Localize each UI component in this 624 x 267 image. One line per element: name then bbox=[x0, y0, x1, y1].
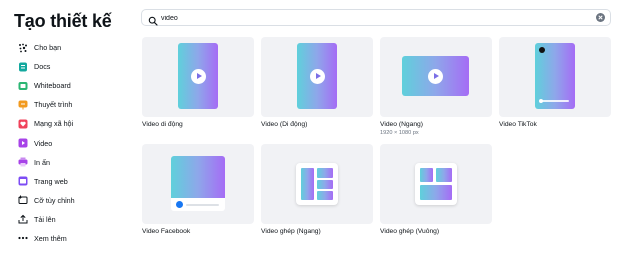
template-card-video-landscape[interactable]: Video (Ngang) 1920 × 1080 px bbox=[380, 37, 492, 137]
print-icon bbox=[18, 157, 28, 167]
search-icon[interactable] bbox=[148, 13, 158, 26]
template-thumbnail bbox=[380, 37, 492, 117]
template-thumbnail bbox=[261, 37, 373, 117]
template-card-video-mobile-alt[interactable]: Video (Di động) bbox=[261, 37, 373, 137]
search-bar[interactable] bbox=[141, 9, 611, 26]
whiteboard-icon bbox=[18, 81, 28, 91]
sidebar-item-label: Cho bạn bbox=[34, 43, 62, 53]
custom-size-icon bbox=[18, 195, 28, 205]
card-title: Video TikTok bbox=[499, 121, 537, 128]
sidebar-item-upload[interactable]: Tải lên bbox=[18, 210, 75, 229]
sidebar-item-presentation[interactable]: Thuyết trình bbox=[18, 95, 75, 114]
collage-cell bbox=[301, 168, 314, 200]
video-icon bbox=[18, 138, 28, 148]
sidebar-item-video[interactable]: Video bbox=[18, 133, 75, 152]
sidebar-item-social[interactable]: Mạng xã hội bbox=[18, 114, 75, 133]
template-thumbnail bbox=[261, 144, 373, 224]
progress-knob bbox=[539, 99, 543, 103]
card-dimensions: 1920 × 1080 px bbox=[380, 130, 419, 136]
more-icon bbox=[18, 233, 28, 243]
template-thumbnail bbox=[499, 37, 611, 117]
close-icon[interactable] bbox=[596, 13, 605, 22]
sidebar-item-label: Docs bbox=[34, 62, 51, 72]
sidebar-nav: Cho bạn Docs Whiteboard Thuyết trình Mạn… bbox=[18, 38, 75, 248]
collage-frame bbox=[415, 163, 457, 205]
sidebar: Tạo thiết kế Cho bạn Docs Whiteboard Thu… bbox=[0, 0, 132, 267]
sidebar-item-custom-size[interactable]: Cỡ tùy chỉnh bbox=[18, 191, 75, 210]
facebook-icon bbox=[176, 201, 183, 208]
template-card-video-facebook[interactable]: Video Facebook bbox=[142, 144, 254, 244]
tiktok-icon bbox=[539, 47, 545, 53]
template-card-video-tiktok[interactable]: Video TikTok bbox=[499, 37, 611, 137]
collage-cell bbox=[317, 168, 333, 178]
sidebar-item-print[interactable]: In ấn bbox=[18, 153, 75, 172]
sidebar-item-label: Xem thêm bbox=[34, 233, 67, 243]
sidebar-item-label: Thuyết trình bbox=[34, 100, 73, 110]
card-title: Video di động bbox=[142, 121, 183, 128]
heart-icon bbox=[18, 119, 28, 129]
template-thumbnail bbox=[380, 144, 492, 224]
upload-icon bbox=[18, 214, 28, 224]
card-title: Video ghép (Ngang) bbox=[261, 228, 321, 235]
collage-cell bbox=[317, 191, 333, 200]
website-icon bbox=[18, 176, 28, 186]
sparkle-icon bbox=[18, 43, 28, 53]
landscape-frame bbox=[171, 156, 225, 198]
card-title: Video ghép (Vuông) bbox=[380, 228, 440, 235]
play-icon bbox=[428, 68, 443, 84]
collage-cell bbox=[436, 168, 452, 182]
play-icon bbox=[190, 68, 206, 84]
docs-icon bbox=[18, 62, 28, 72]
play-icon bbox=[309, 68, 325, 84]
collage-cell bbox=[420, 168, 433, 182]
sidebar-item-more[interactable]: Xem thêm bbox=[18, 229, 75, 248]
card-title: Video Facebook bbox=[142, 228, 191, 235]
card-title: Video (Di động) bbox=[261, 121, 308, 128]
card-title: Video (Ngang) bbox=[380, 121, 424, 128]
sidebar-item-docs[interactable]: Docs bbox=[18, 57, 75, 76]
template-card-video-collage-landscape[interactable]: Video ghép (Ngang) bbox=[261, 144, 373, 244]
collage-cell bbox=[420, 185, 452, 200]
page-title: Tạo thiết kế bbox=[14, 11, 112, 31]
sidebar-item-label: Whiteboard bbox=[34, 81, 71, 91]
sidebar-item-label: Mạng xã hội bbox=[34, 119, 74, 129]
template-thumbnail bbox=[142, 144, 254, 224]
presentation-icon bbox=[18, 100, 28, 110]
progress-bar bbox=[541, 100, 569, 102]
sidebar-item-website[interactable]: Trang web bbox=[18, 172, 75, 191]
template-card-video-collage-square[interactable]: Video ghép (Vuông) bbox=[380, 144, 492, 244]
sidebar-item-label: Trang web bbox=[34, 176, 68, 186]
collage-frame bbox=[296, 163, 338, 205]
sidebar-item-label: Video bbox=[34, 138, 53, 148]
post-text-line bbox=[186, 203, 219, 206]
sidebar-item-label: Cỡ tùy chỉnh bbox=[34, 195, 75, 205]
collage-cell bbox=[317, 179, 333, 189]
sidebar-item-for-you[interactable]: Cho bạn bbox=[18, 38, 75, 57]
sidebar-item-whiteboard[interactable]: Whiteboard bbox=[18, 76, 75, 95]
template-card-video-mobile[interactable]: Video di động bbox=[142, 37, 254, 137]
sidebar-item-label: Tải lên bbox=[34, 214, 56, 224]
template-thumbnail bbox=[142, 37, 254, 117]
search-input[interactable] bbox=[161, 12, 581, 24]
sidebar-item-label: In ấn bbox=[34, 157, 50, 167]
